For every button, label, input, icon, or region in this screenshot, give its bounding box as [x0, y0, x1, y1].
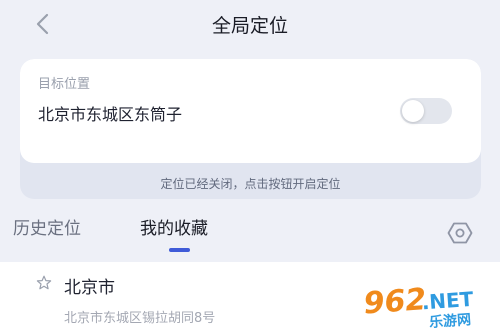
- toggle-knob: [402, 100, 424, 122]
- svg-text:乐游网: 乐游网: [429, 311, 472, 331]
- tab-history[interactable]: 历史定位: [13, 214, 81, 239]
- page-title: 全局定位: [211, 15, 288, 37]
- target-location-label: 目标位置: [38, 77, 91, 92]
- global-location-page: 全局定位 目标位置 北京市东城区东筒子 定位已经关闭，点击按钮开启定位 历史定位…: [0, 0, 500, 333]
- svg-text:962: 962: [362, 282, 427, 321]
- location-toggle[interactable]: [400, 98, 452, 124]
- watermark-logo: 962 .NET 乐游网: [362, 281, 475, 331]
- location-status-text: 定位已经关闭，点击按钮开启定位: [160, 177, 341, 191]
- hexagon-settings-icon: [447, 222, 473, 244]
- favorite-address: 北京市东城区锡拉胡同8号: [64, 311, 216, 326]
- target-location-card: 目标位置 北京市东城区东筒子 定位已经关闭，点击按钮开启定位: [20, 59, 481, 199]
- svg-text:.NET: .NET: [421, 287, 475, 315]
- tab-bar: 历史定位 我的收藏: [0, 214, 500, 256]
- active-tab-indicator: [169, 248, 190, 252]
- header-bar: 全局定位: [0, 0, 500, 50]
- target-location-panel: 目标位置 北京市东城区东筒子: [20, 59, 481, 163]
- settings-button[interactable]: [447, 220, 473, 246]
- tab-favorites[interactable]: 我的收藏: [140, 214, 208, 239]
- favorite-name: 北京市: [64, 278, 115, 298]
- star-icon[interactable]: [36, 275, 52, 291]
- target-location-address: 北京市东城区东筒子: [38, 105, 183, 124]
